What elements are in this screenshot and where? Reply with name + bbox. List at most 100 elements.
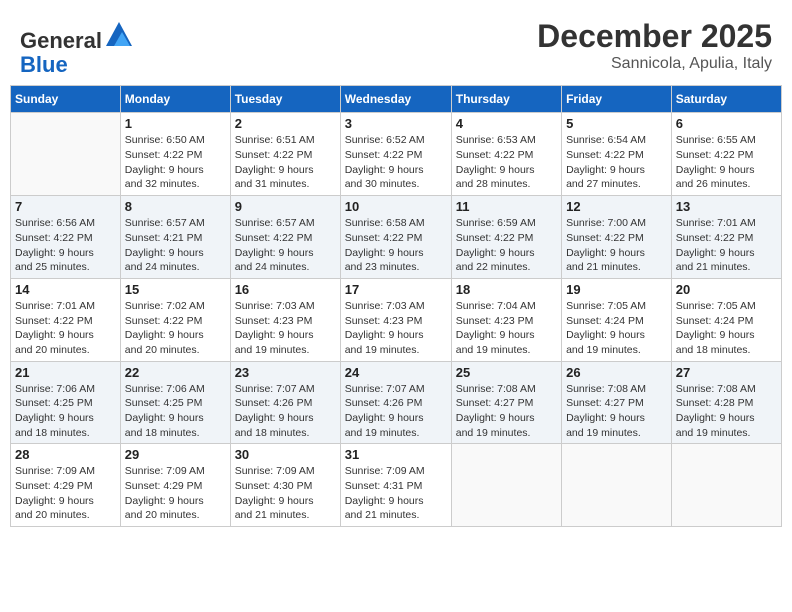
day-number: 6 xyxy=(676,116,777,131)
calendar-cell: 13Sunrise: 7:01 AMSunset: 4:22 PMDayligh… xyxy=(671,196,781,279)
day-number: 15 xyxy=(125,282,226,297)
calendar-cell: 17 Sunrise: 7:03 AMSunset: 4:23 PMDayligh… xyxy=(340,278,451,361)
day-number: 23 xyxy=(235,365,336,380)
day-info: Sunrise: 7:09 AMSunset: 4:30 PMDaylight:… xyxy=(235,464,336,523)
calendar-cell: 7 Sunrise: 6:56 AMSunset: 4:22 PMDaylight… xyxy=(11,196,121,279)
calendar-cell: 23 Sunrise: 7:07 AMSunset: 4:26 PMDayligh… xyxy=(230,361,340,444)
day-number: 24 xyxy=(345,365,447,380)
calendar-header-tuesday: Tuesday xyxy=(230,86,340,113)
calendar-cell: 11 Sunrise: 6:59 AMSunset: 4:22 PMDayligh… xyxy=(451,196,561,279)
calendar-header-sunday: Sunday xyxy=(11,86,121,113)
day-info: Sunrise: 7:07 AMSunset: 4:26 PMDaylight:… xyxy=(345,382,447,441)
calendar-cell: 30 Sunrise: 7:09 AMSunset: 4:30 PMDayligh… xyxy=(230,444,340,527)
day-info: Sunrise: 6:56 AMSunset: 4:22 PMDaylight:… xyxy=(15,216,116,275)
day-info: Sunrise: 6:50 AMSunset: 4:22 PMDaylight:… xyxy=(125,133,226,192)
calendar-week-1: 1 Sunrise: 6:50 AMSunset: 4:22 PMDaylight… xyxy=(11,113,782,196)
day-number: 31 xyxy=(345,447,447,462)
day-number: 28 xyxy=(15,447,116,462)
calendar-week-4: 21Sunrise: 7:06 AMSunset: 4:25 PMDayligh… xyxy=(11,361,782,444)
logo-icon xyxy=(104,18,134,48)
day-info: Sunrise: 6:59 AMSunset: 4:22 PMDaylight:… xyxy=(456,216,557,275)
calendar-cell: 14Sunrise: 7:01 AMSunset: 4:22 PMDayligh… xyxy=(11,278,121,361)
day-info: Sunrise: 7:09 AMSunset: 4:29 PMDaylight:… xyxy=(15,464,116,523)
day-number: 26 xyxy=(566,365,667,380)
calendar-cell: 24 Sunrise: 7:07 AMSunset: 4:26 PMDayligh… xyxy=(340,361,451,444)
day-number: 25 xyxy=(456,365,557,380)
calendar-cell: 16 Sunrise: 7:03 AMSunset: 4:23 PMDayligh… xyxy=(230,278,340,361)
calendar-cell: 10 Sunrise: 6:58 AMSunset: 4:22 PMDayligh… xyxy=(340,196,451,279)
day-number: 17 xyxy=(345,282,447,297)
calendar-cell xyxy=(451,444,561,527)
day-number: 20 xyxy=(676,282,777,297)
day-info: Sunrise: 7:06 AMSunset: 4:25 PMDaylight:… xyxy=(125,382,226,441)
day-info: Sunrise: 7:08 AMSunset: 4:27 PMDaylight:… xyxy=(566,382,667,441)
day-info: Sunrise: 7:08 AMSunset: 4:28 PMDaylight:… xyxy=(676,382,777,441)
day-info: Sunrise: 7:00 AMSunset: 4:22 PMDaylight:… xyxy=(566,216,667,275)
day-info: Sunrise: 6:55 AMSunset: 4:22 PMDaylight:… xyxy=(676,133,777,192)
day-info: Sunrise: 6:52 AMSunset: 4:22 PMDaylight:… xyxy=(345,133,447,192)
calendar-week-2: 7 Sunrise: 6:56 AMSunset: 4:22 PMDaylight… xyxy=(11,196,782,279)
day-info: Sunrise: 6:58 AMSunset: 4:22 PMDaylight:… xyxy=(345,216,447,275)
calendar-header-thursday: Thursday xyxy=(451,86,561,113)
day-info: Sunrise: 7:08 AMSunset: 4:27 PMDaylight:… xyxy=(456,382,557,441)
day-number: 19 xyxy=(566,282,667,297)
day-number: 4 xyxy=(456,116,557,131)
day-info: Sunrise: 7:02 AMSunset: 4:22 PMDaylight:… xyxy=(125,299,226,358)
logo-general-text: General xyxy=(20,28,102,53)
calendar-cell: 20Sunrise: 7:05 AMSunset: 4:24 PMDayligh… xyxy=(671,278,781,361)
day-number: 22 xyxy=(125,365,226,380)
day-info: Sunrise: 7:06 AMSunset: 4:25 PMDaylight:… xyxy=(15,382,116,441)
calendar-cell: 3 Sunrise: 6:52 AMSunset: 4:22 PMDaylight… xyxy=(340,113,451,196)
calendar-table: SundayMondayTuesdayWednesdayThursdayFrid… xyxy=(10,85,782,527)
day-info: Sunrise: 7:03 AMSunset: 4:23 PMDaylight:… xyxy=(235,299,336,358)
calendar-cell: 28 Sunrise: 7:09 AMSunset: 4:29 PMDayligh… xyxy=(11,444,121,527)
calendar-cell: 19Sunrise: 7:05 AMSunset: 4:24 PMDayligh… xyxy=(562,278,672,361)
logo-blue-text: Blue xyxy=(20,52,68,77)
calendar-cell: 27 Sunrise: 7:08 AMSunset: 4:28 PMDayligh… xyxy=(671,361,781,444)
day-number: 11 xyxy=(456,199,557,214)
calendar-cell: 5Sunrise: 6:54 AMSunset: 4:22 PMDaylight… xyxy=(562,113,672,196)
logo: General Blue xyxy=(20,18,134,77)
calendar-cell: 15 Sunrise: 7:02 AMSunset: 4:22 PMDayligh… xyxy=(120,278,230,361)
calendar-cell xyxy=(11,113,121,196)
page-header: General Blue December 2025 Sannicola, Ap… xyxy=(10,10,782,77)
calendar-cell: 26 Sunrise: 7:08 AMSunset: 4:27 PMDayligh… xyxy=(562,361,672,444)
day-info: Sunrise: 7:09 AMSunset: 4:31 PMDaylight:… xyxy=(345,464,447,523)
day-info: Sunrise: 7:07 AMSunset: 4:26 PMDaylight:… xyxy=(235,382,336,441)
calendar-cell: 2 Sunrise: 6:51 AMSunset: 4:22 PMDaylight… xyxy=(230,113,340,196)
day-info: Sunrise: 6:57 AMSunset: 4:21 PMDaylight:… xyxy=(125,216,226,275)
calendar-cell: 31 Sunrise: 7:09 AMSunset: 4:31 PMDayligh… xyxy=(340,444,451,527)
calendar-cell: 18Sunrise: 7:04 AMSunset: 4:23 PMDayligh… xyxy=(451,278,561,361)
calendar-cell: 21Sunrise: 7:06 AMSunset: 4:25 PMDayligh… xyxy=(11,361,121,444)
day-info: Sunrise: 6:51 AMSunset: 4:22 PMDaylight:… xyxy=(235,133,336,192)
calendar-cell: 8 Sunrise: 6:57 AMSunset: 4:21 PMDaylight… xyxy=(120,196,230,279)
calendar-week-3: 14Sunrise: 7:01 AMSunset: 4:22 PMDayligh… xyxy=(11,278,782,361)
day-info: Sunrise: 6:53 AMSunset: 4:22 PMDaylight:… xyxy=(456,133,557,192)
day-info: Sunrise: 7:03 AMSunset: 4:23 PMDaylight:… xyxy=(345,299,447,358)
calendar-cell xyxy=(671,444,781,527)
day-number: 29 xyxy=(125,447,226,462)
day-number: 18 xyxy=(456,282,557,297)
day-number: 7 xyxy=(15,199,116,214)
calendar-header-wednesday: Wednesday xyxy=(340,86,451,113)
day-number: 27 xyxy=(676,365,777,380)
day-number: 16 xyxy=(235,282,336,297)
calendar-cell: 9 Sunrise: 6:57 AMSunset: 4:22 PMDaylight… xyxy=(230,196,340,279)
day-number: 9 xyxy=(235,199,336,214)
day-number: 1 xyxy=(125,116,226,131)
day-number: 30 xyxy=(235,447,336,462)
location-title: Sannicola, Apulia, Italy xyxy=(537,55,772,73)
day-number: 14 xyxy=(15,282,116,297)
calendar-cell: 29Sunrise: 7:09 AMSunset: 4:29 PMDayligh… xyxy=(120,444,230,527)
day-number: 2 xyxy=(235,116,336,131)
calendar-cell: 4 Sunrise: 6:53 AMSunset: 4:22 PMDaylight… xyxy=(451,113,561,196)
day-number: 8 xyxy=(125,199,226,214)
day-number: 3 xyxy=(345,116,447,131)
calendar-header-friday: Friday xyxy=(562,86,672,113)
day-info: Sunrise: 6:54 AMSunset: 4:22 PMDaylight:… xyxy=(566,133,667,192)
calendar-cell: 25 Sunrise: 7:08 AMSunset: 4:27 PMDayligh… xyxy=(451,361,561,444)
calendar-header-saturday: Saturday xyxy=(671,86,781,113)
day-number: 10 xyxy=(345,199,447,214)
day-info: Sunrise: 6:57 AMSunset: 4:22 PMDaylight:… xyxy=(235,216,336,275)
title-block: December 2025 Sannicola, Apulia, Italy xyxy=(537,18,772,73)
